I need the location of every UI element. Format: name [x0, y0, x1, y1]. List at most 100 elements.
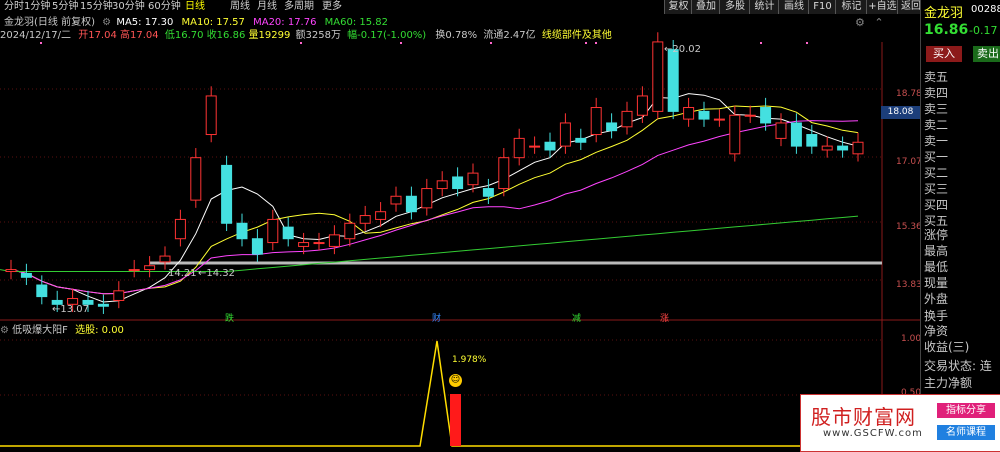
candle-body — [405, 195, 417, 213]
panel-price: 16.86 — [924, 22, 969, 38]
high-annotation: ←20.02 — [664, 44, 702, 55]
candle-body — [713, 118, 725, 121]
candle-body — [837, 145, 849, 151]
indicator-line — [0, 340, 882, 447]
candle-body — [482, 188, 494, 197]
indicator-axis-top: 1.00 — [901, 334, 922, 344]
candle-body — [328, 234, 340, 247]
quote-row-label: 买一 — [924, 150, 949, 164]
indicator-signal: 选股: 0.00 — [75, 325, 124, 336]
candle-body — [467, 172, 479, 186]
quote-row-label: 净资 — [924, 324, 949, 338]
price-axis-label: 15.36 — [896, 222, 922, 232]
quote-row-label: 现量 — [924, 276, 949, 290]
quote-row-label: 卖一 — [924, 134, 949, 148]
candle-body — [744, 114, 756, 117]
watermark-tag-1: 指标分享 — [937, 403, 995, 418]
indicator-name[interactable]: 低吸爆大阳F — [12, 325, 68, 336]
quote-row-label: 卖二 — [924, 118, 949, 132]
candle-body — [97, 303, 109, 307]
quote-row-label: 卖三 — [924, 102, 949, 116]
main-net-label: 主力净额 — [924, 376, 973, 390]
gap-annotation-left: 14.21 — [168, 268, 197, 279]
candle-body — [498, 157, 510, 190]
price-axis-label: 13.83 — [896, 280, 922, 290]
candle-body — [775, 122, 787, 139]
candle-body — [128, 269, 140, 272]
smiley-icon: ☺ — [449, 374, 462, 387]
candle-body — [190, 157, 202, 201]
gap-annotation-right: ←14.32 — [198, 268, 236, 279]
candle-body — [760, 107, 772, 124]
quote-row-label: 买四 — [924, 198, 949, 212]
watermark-tag-2: 名师课程 — [937, 425, 995, 440]
event-marker[interactable]: 减 — [572, 311, 581, 324]
quote-panel: 金龙羽 00288 16.86 -0.17 买入 卖出 卖五 卖四 卖三 卖二 卖一 买一… — [920, 0, 1000, 450]
signal-dot — [760, 42, 762, 44]
candle-body — [5, 269, 17, 273]
signal-dot — [490, 42, 492, 44]
candle-body — [559, 122, 571, 147]
quote-row-label: 外盘 — [924, 292, 949, 306]
candle-body — [667, 49, 679, 112]
quote-row-label: 收益(三) — [924, 340, 970, 354]
watermark-title: 股市财富网 — [811, 405, 916, 429]
candle-body — [36, 284, 48, 298]
price-axis-label: 17.07 — [896, 157, 922, 167]
indicator-signal-bar — [450, 394, 461, 446]
signal-dot — [585, 42, 587, 44]
quote-row-label: 卖五 — [924, 70, 949, 84]
candle-body — [790, 122, 802, 147]
candle-body — [313, 242, 325, 245]
candle-body — [606, 122, 618, 132]
indicator-collapse-icon[interactable]: ⚙ — [0, 325, 9, 336]
panel-stock-name: 金龙羽 — [924, 6, 964, 21]
signal-dot — [300, 42, 302, 44]
candle-body — [359, 215, 371, 224]
buy-button[interactable]: 买入 — [926, 46, 962, 62]
site-watermark: 股市财富网 www.GSCFW.com 指标分享 名师课程 — [800, 394, 1000, 452]
candle-body — [621, 110, 633, 128]
indicator-header: ⚙ 低吸爆大阳F 选股: 0.00 — [0, 324, 124, 338]
candle-body — [513, 137, 525, 159]
candle-body — [298, 242, 310, 247]
candle-body — [683, 107, 695, 120]
low-annotation: ←13.07 — [52, 304, 90, 315]
signal-dot — [400, 42, 402, 44]
signal-dot — [806, 42, 808, 44]
sell-button[interactable]: 卖出 — [973, 46, 1000, 62]
candle-body — [375, 211, 387, 220]
candle-body — [205, 95, 217, 136]
candle-body — [806, 134, 818, 147]
candle-body — [636, 95, 648, 116]
current-price-tag: 18.08 — [881, 106, 920, 119]
candle-body — [590, 107, 602, 136]
quote-row-label: 卖四 — [924, 86, 949, 100]
candle-body — [236, 222, 248, 240]
candle-body — [144, 265, 156, 271]
event-marker[interactable]: 财 — [432, 311, 441, 324]
event-marker[interactable]: 涨 — [660, 311, 669, 324]
candle-body — [174, 218, 186, 240]
quote-row-label: 涨停 — [924, 228, 949, 242]
candle-body — [159, 255, 171, 263]
candle-body — [452, 176, 464, 190]
quote-row-label: 最高 — [924, 244, 949, 258]
panel-change: -0.17 — [969, 24, 998, 37]
price-axis-label: 18.78 — [896, 89, 922, 99]
signal-dot — [40, 42, 42, 44]
candle-body — [113, 290, 125, 301]
candle-body — [529, 145, 541, 148]
candle-body — [852, 141, 864, 155]
candle-body — [251, 238, 263, 255]
candle-body — [221, 164, 233, 224]
quote-row-label: 买三 — [924, 182, 949, 196]
indicator-peak-label: 1.978% — [452, 355, 487, 365]
quote-row-label: 最低 — [924, 260, 949, 274]
trade-status: 交易状态: 连 — [924, 359, 992, 373]
candle-body — [821, 145, 833, 151]
event-marker[interactable]: 跌 — [225, 311, 234, 324]
candle-body — [729, 114, 741, 155]
candle-body — [282, 226, 294, 240]
signal-dot — [595, 42, 597, 44]
